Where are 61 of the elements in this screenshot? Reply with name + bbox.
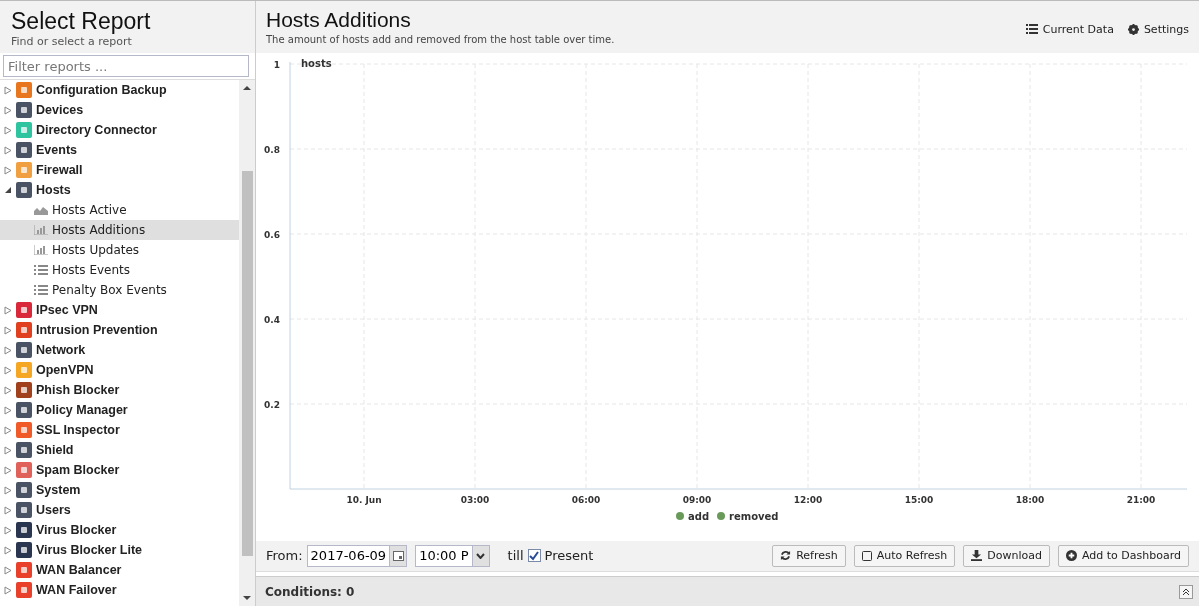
header-action-button[interactable]: Current Data — [1025, 21, 1114, 37]
tree-item[interactable]: Hosts Additions — [0, 220, 239, 240]
y-tick-label: 0.2 — [264, 399, 280, 410]
tree-item[interactable]: Configuration Backup — [0, 80, 239, 100]
y-tick-label: 0.6 — [264, 229, 280, 240]
y-tick-label: 0.8 — [264, 144, 280, 155]
x-tick-label: 10. Jun — [346, 494, 382, 505]
filter-field[interactable]: Filter reports ... — [3, 55, 249, 77]
tree-item[interactable]: WAN Failover — [0, 580, 239, 600]
y-tick-label: 1 — [273, 59, 280, 70]
tree-item[interactable]: Directory Connector — [0, 120, 239, 140]
tree-item[interactable]: Phish Blocker — [0, 380, 239, 400]
toolbar-button[interactable]: Add to Dashboard — [1058, 544, 1189, 567]
time-field[interactable]: 10:00 P — [415, 544, 490, 567]
tree-item[interactable]: Intrusion Prevention — [0, 320, 239, 340]
tree-item[interactable]: Firewall — [0, 160, 239, 180]
toolbar-button[interactable]: Refresh — [772, 544, 846, 567]
y-axis-label: hosts — [301, 57, 332, 69]
x-tick-label: 06:00 — [571, 494, 601, 505]
conditions-label: Conditions: 0 — [265, 584, 355, 599]
toolbar-button[interactable]: Auto Refresh — [853, 544, 956, 567]
legend-label: removed — [729, 510, 779, 522]
tree-item[interactable]: OpenVPN — [0, 360, 239, 380]
tree-item[interactable]: Hosts Events — [0, 260, 239, 280]
header-action-button[interactable]: Settings — [1127, 21, 1189, 37]
tree-item[interactable]: Spam Blocker — [0, 460, 239, 480]
present-label: Present — [544, 548, 594, 564]
toolbar-button[interactable]: Download — [963, 544, 1050, 567]
tree-item[interactable]: Shield — [0, 440, 239, 460]
till-label: till — [507, 548, 524, 564]
tree-item[interactable]: Hosts — [0, 180, 239, 200]
legend-label: add — [688, 510, 710, 522]
sidebar-subtitle: Find or select a report — [11, 35, 133, 48]
tree-item[interactable]: Hosts Active — [0, 200, 239, 220]
tree-item[interactable]: Virus Blocker — [0, 520, 239, 540]
legend-item[interactable]: removed — [717, 510, 779, 522]
tree-item[interactable]: Hosts Updates — [0, 240, 239, 260]
y-tick-label: 0.4 — [264, 314, 280, 325]
tree-item[interactable]: SSL Inspector — [0, 420, 239, 440]
tree-item[interactable]: Users — [0, 500, 239, 520]
tree-item[interactable]: Penalty Box Events — [0, 280, 239, 300]
from-label: From: — [266, 548, 303, 564]
tree-item[interactable]: System — [0, 480, 239, 500]
x-tick-label: 03:00 — [460, 494, 490, 505]
x-tick-label: 15:00 — [904, 494, 934, 505]
tree-item[interactable]: Virus Blocker Lite — [0, 540, 239, 560]
x-tick-label: 09:00 — [682, 494, 712, 505]
x-tick-label: 12:00 — [793, 494, 823, 505]
tree-item[interactable]: IPsec VPN — [0, 300, 239, 320]
legend-item[interactable]: add — [676, 510, 710, 522]
report-description: The amount of hosts add and removed from the host table over time. — [266, 34, 615, 45]
date-field[interactable]: 2017-06-09 — [306, 544, 408, 567]
tree-item[interactable]: Policy Manager — [0, 400, 239, 420]
x-tick-label: 21:00 — [1126, 494, 1156, 505]
tree-item[interactable]: WAN Balancer — [0, 560, 239, 580]
sidebar-title: Select Report — [11, 8, 152, 35]
tree-item[interactable]: Network — [0, 340, 239, 360]
tree-item[interactable]: Devices — [0, 100, 239, 120]
report-title: Hosts Additions — [266, 7, 412, 33]
x-tick-label: 18:00 — [1015, 494, 1045, 505]
tree-item[interactable]: Events — [0, 140, 239, 160]
